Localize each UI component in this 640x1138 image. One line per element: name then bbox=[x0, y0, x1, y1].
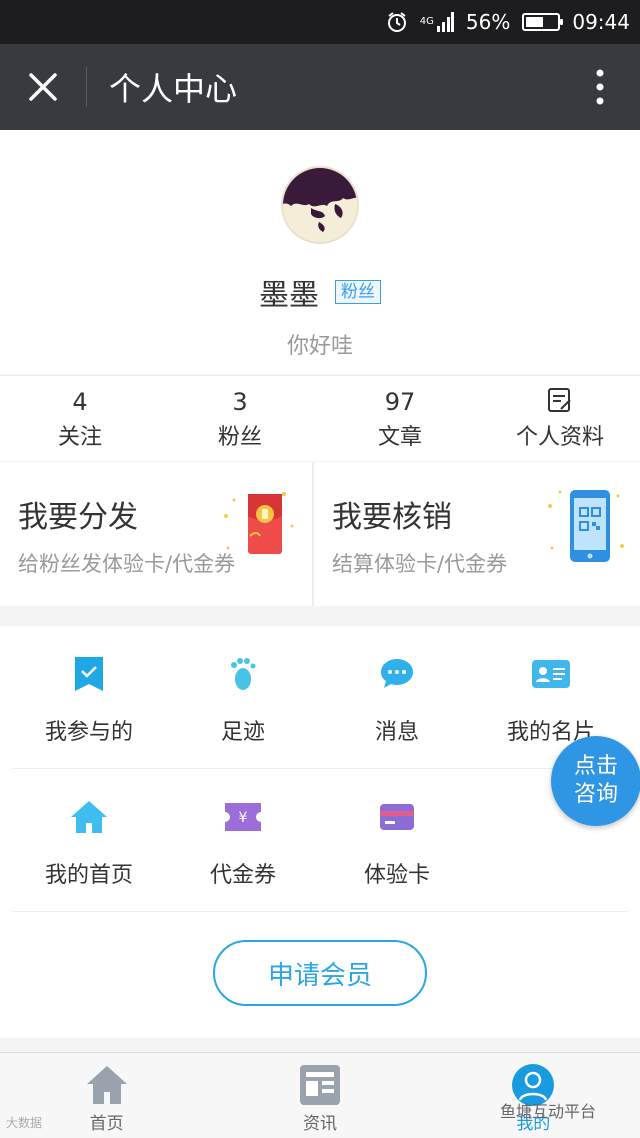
stat-profile[interactable]: 个人资料 bbox=[480, 376, 640, 461]
tab-news[interactable]: 资讯 bbox=[213, 1053, 426, 1138]
stat-articles-label: 文章 bbox=[377, 424, 422, 450]
stat-articles-count: 97 bbox=[384, 387, 416, 416]
stat-articles[interactable]: 97 文章 bbox=[320, 376, 480, 461]
menu-item-trial-card[interactable]: 体验卡 bbox=[320, 769, 474, 911]
home-icon bbox=[85, 1061, 129, 1109]
clock: 09:44 bbox=[572, 10, 630, 34]
name-row: 墨墨 粉丝 bbox=[259, 270, 381, 314]
menu-label: 我参与的 bbox=[44, 720, 133, 745]
tab-label: 首页 bbox=[89, 1114, 124, 1134]
menu-item-messages[interactable]: 消息 bbox=[320, 626, 474, 768]
menu-grid: 我参与的 足迹 消息 我的名片 我的首页 ¥ 代金券 体验卡 申请会员 bbox=[0, 626, 640, 1038]
close-button[interactable] bbox=[0, 44, 86, 130]
stats-bar: 4 关注 3 粉丝 97 文章 个人资料 bbox=[0, 375, 640, 461]
chat-bubble-icon bbox=[380, 656, 414, 692]
network-type: 4G bbox=[419, 16, 434, 27]
footprint-icon bbox=[230, 656, 256, 692]
redeem-card[interactable]: 我要核销 结算体验卡/代金券 bbox=[314, 462, 640, 606]
menu-item-participated[interactable]: 我参与的 bbox=[12, 626, 166, 768]
status-bar: 4G 56% 09:44 bbox=[0, 0, 640, 44]
edit-doc-icon bbox=[547, 387, 573, 417]
news-icon bbox=[299, 1061, 340, 1109]
stat-fans[interactable]: 3 粉丝 bbox=[160, 376, 320, 461]
watermark-right: 鱼塘互动平台 bbox=[500, 1102, 597, 1121]
stat-fans-count: 3 bbox=[232, 387, 248, 416]
distribute-subtitle: 给粉丝发体验卡/代金券 bbox=[18, 552, 236, 576]
menu-item-footprint[interactable]: 足迹 bbox=[166, 626, 320, 768]
distribute-card[interactable]: 我要分发 给粉丝发体验卡/代金券 bbox=[0, 462, 312, 606]
watermark-left: 大数据 bbox=[6, 1116, 43, 1130]
redeem-title: 我要核销 bbox=[332, 500, 452, 535]
more-button[interactable] bbox=[560, 44, 640, 130]
svg-text:¥: ¥ bbox=[239, 810, 248, 826]
consult-button[interactable]: 点击咨询 bbox=[551, 736, 640, 826]
role-badge: 粉丝 bbox=[335, 280, 381, 304]
home-icon bbox=[70, 799, 108, 835]
stat-following[interactable]: 4 关注 bbox=[0, 376, 160, 461]
menu-label: 消息 bbox=[374, 720, 419, 745]
alarm-icon bbox=[386, 11, 408, 33]
menu-row: 我的首页 ¥ 代金券 体验卡 bbox=[12, 769, 628, 912]
red-envelope-icon bbox=[214, 486, 298, 574]
stat-following-count: 4 bbox=[72, 387, 88, 416]
voucher-icon: ¥ bbox=[225, 799, 261, 835]
distribute-title: 我要分发 bbox=[18, 500, 138, 535]
menu-label: 足迹 bbox=[220, 720, 265, 745]
tab-label: 资讯 bbox=[302, 1114, 337, 1134]
menu-item-voucher[interactable]: ¥ 代金券 bbox=[166, 769, 320, 911]
menu-row: 我参与的 足迹 消息 我的名片 bbox=[12, 626, 628, 769]
user-name: 墨墨 bbox=[259, 278, 319, 313]
phone-qr-icon bbox=[542, 486, 626, 574]
apply-membership-button[interactable]: 申请会员 bbox=[213, 940, 427, 1006]
menu-label: 代金券 bbox=[209, 863, 276, 888]
close-icon bbox=[29, 73, 57, 101]
battery-icon bbox=[522, 13, 564, 31]
battery-percent: 56% bbox=[465, 10, 511, 34]
avatar[interactable] bbox=[281, 166, 359, 244]
consult-label: 点击咨询 bbox=[573, 754, 618, 807]
title-divider bbox=[86, 67, 87, 107]
id-card-icon bbox=[532, 656, 570, 692]
menu-label: 体验卡 bbox=[363, 863, 430, 888]
bottom-tab-bar: 首页 资讯 我的 bbox=[0, 1052, 640, 1138]
stat-following-label: 关注 bbox=[57, 424, 102, 450]
redeem-subtitle: 结算体验卡/代金券 bbox=[332, 552, 508, 576]
page-title: 个人中心 bbox=[109, 70, 238, 108]
more-vertical-icon bbox=[596, 69, 604, 105]
apply-wrap: 申请会员 bbox=[0, 912, 640, 1006]
card-icon bbox=[380, 799, 414, 835]
profile-section: 墨墨 粉丝 你好哇 bbox=[0, 130, 640, 374]
menu-item-homepage[interactable]: 我的首页 bbox=[12, 769, 166, 911]
stat-fans-label: 粉丝 bbox=[217, 424, 262, 450]
stat-profile-label: 个人资料 bbox=[515, 424, 604, 450]
signal-icon: 4G bbox=[420, 12, 454, 32]
tab-mine[interactable]: 我的 bbox=[427, 1053, 640, 1138]
title-bar: 个人中心 bbox=[0, 44, 640, 130]
user-signature: 你好哇 bbox=[286, 334, 353, 359]
bookmark-check-icon bbox=[75, 656, 103, 692]
menu-label: 我的首页 bbox=[44, 863, 133, 888]
promo-section: 我要分发 给粉丝发体验卡/代金券 我要核销 结算体验卡/代金券 bbox=[0, 462, 640, 606]
